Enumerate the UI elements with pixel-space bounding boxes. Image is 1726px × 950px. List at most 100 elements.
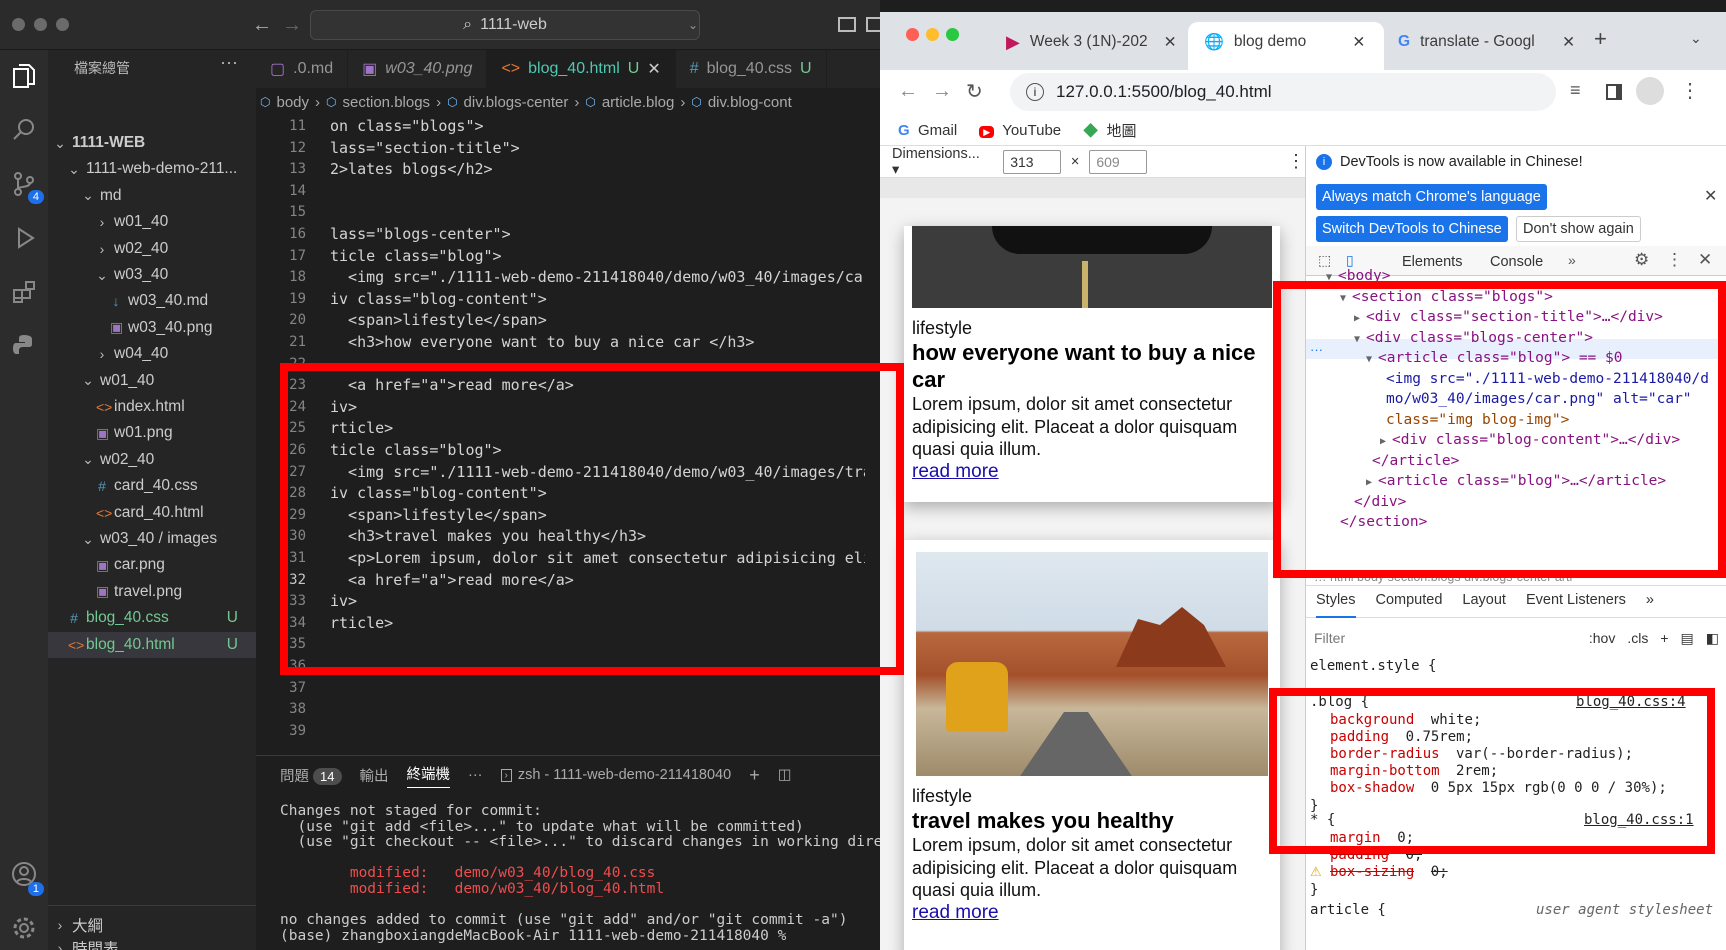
breadcrumb-item[interactable]: body [276,94,309,111]
tab-computed[interactable]: Computed [1376,592,1443,617]
command-center-search[interactable]: ⌕ 1111-web [310,10,700,40]
bookmark-youtube[interactable]: ▶ YouTube [979,122,1061,139]
reload-icon[interactable]: ↻ [966,79,983,104]
explorer-item[interactable]: <> card_40.html [48,500,256,526]
breadcrumb-item[interactable]: div.blogs-center [464,94,569,111]
dimensions-dropdown[interactable]: Dimensions... ▾ [892,146,983,178]
explorer-item[interactable]: ▣ w01.png [48,420,256,446]
search-icon[interactable] [6,112,42,148]
editor-tab[interactable]: ▣ w03_40.png [348,50,488,88]
explorer-item[interactable]: # card_40.css [48,473,256,499]
viewport-height-input[interactable]: 609 [1089,149,1148,174]
bookmark-gmail[interactable]: G Gmail [898,122,957,139]
chrome-menu-icon[interactable]: ⋮ [1680,78,1700,103]
run-debug-icon[interactable] [6,220,42,256]
toggle-sidebar-icon[interactable] [838,17,856,32]
close-icon[interactable]: ✕ [1164,33,1177,52]
explorer-item[interactable]: › w02_40 [48,236,256,262]
window-zoom-button[interactable] [56,18,69,31]
side-panel-icon[interactable] [1606,84,1622,100]
explorer-item[interactable]: ⌄ w01_40 [48,368,256,394]
chrome-tab-week3[interactable]: ▶ Week 3 (1N)-202 ✕ [1006,26,1177,58]
new-tab-button[interactable]: + [1594,26,1607,52]
device-more-icon[interactable]: ⋮ [1287,151,1305,172]
split-terminal-icon[interactable]: ◫ [778,767,792,783]
bookmark-maps[interactable]: ◆ 地圖 [1083,120,1136,141]
info-icon[interactable]: i [1026,83,1044,101]
computed-sidebar-icon[interactable]: ▤ [1681,630,1694,647]
hov-toggle[interactable]: :hov [1589,630,1615,646]
explorer-item[interactable]: ⌄ w02_40 [48,447,256,473]
explorer-item[interactable]: ▣ w03_40.png [48,315,256,341]
source-control-icon[interactable]: 4 [6,166,44,204]
breadcrumb-item[interactable]: article.blog [602,94,675,111]
explorer-item[interactable]: # blog_40.css U [48,605,256,631]
breadcrumb-item[interactable]: section.blogs [343,94,431,111]
profile-avatar[interactable] [1636,77,1664,105]
media-icon[interactable]: ≡ [1570,80,1581,101]
forward-arrow-icon[interactable]: → [932,80,952,103]
chrome-minimize-button[interactable] [926,28,939,41]
read-more-link[interactable]: read more [912,461,999,482]
explorer-item[interactable]: ⌄ w03_40 [48,262,256,288]
tab-event-listeners[interactable]: Event Listeners [1526,592,1626,617]
python-icon[interactable] [6,328,42,364]
outline-section[interactable]: › 大綱 [54,912,103,938]
explorer-icon[interactable] [6,58,42,94]
chrome-tab-blog-demo[interactable]: 🌐 blog demo ✕ [1204,26,1365,58]
explorer-item[interactable]: ▣ car.png [48,552,256,578]
explorer-item[interactable]: ⌄ 1111-WEB [48,130,256,156]
back-arrow-icon[interactable]: ← [898,80,918,103]
close-icon[interactable]: ✕ [1704,186,1717,206]
chevron-down-icon[interactable]: ⌄ [688,18,698,32]
tab-search-icon[interactable]: ⌄ [1690,30,1702,47]
window-close-button[interactable] [12,18,25,31]
explorer-item[interactable]: ⌄ md [48,183,256,209]
more-tabs-icon[interactable]: » [1646,592,1654,617]
tab-layout[interactable]: Layout [1462,592,1506,617]
explorer-item[interactable]: ⌄ 1111-web-demo-211... [48,156,256,182]
toggle-sidebar-icon[interactable]: ◧ [1706,630,1719,647]
extensions-icon[interactable] [6,274,42,310]
terminal-selector[interactable]: › zsh - 1111-web-demo-211418040 [500,767,731,783]
explorer-item[interactable]: <> blog_40.html U [48,631,256,658]
always-match-language-button[interactable]: Always match Chrome's language [1316,184,1547,210]
more-actions-icon[interactable]: ··· [220,52,238,73]
cls-toggle[interactable]: .cls [1627,630,1648,646]
tab-problems[interactable]: 問題 14 [280,765,342,786]
new-terminal-icon[interactable]: + [749,765,760,786]
close-icon[interactable]: ✕ [1562,33,1575,52]
dont-show-again-button[interactable]: Don't show again [1516,216,1641,242]
timeline-section[interactable]: › 時間表 [54,938,119,950]
accounts-icon[interactable]: 1 [6,856,44,896]
explorer-item[interactable]: ↓ w03_40.md [48,288,256,314]
forward-arrow-icon[interactable]: → [282,14,302,37]
toggle-panel-icon[interactable] [866,17,880,32]
explorer-item[interactable]: ⌄ w03_40 / images [48,526,256,552]
viewport-width-input[interactable]: 313 [1003,149,1061,174]
window-minimize-button[interactable] [34,18,47,31]
breadcrumb-item[interactable]: div.blog-cont [708,94,792,111]
read-more-link[interactable]: read more [912,902,999,923]
back-arrow-icon[interactable]: ← [252,14,272,37]
address-bar[interactable]: i 127.0.0.1:5500/blog_40.html [1010,73,1556,111]
styles-filter-input[interactable]: Filter [1314,630,1589,646]
chrome-tab-translate[interactable]: G translate - Googl ✕ [1398,26,1575,58]
chrome-close-button[interactable] [906,28,919,41]
explorer-item[interactable]: <> index.html [48,394,256,420]
add-rule-icon[interactable]: + [1660,630,1668,646]
switch-to-chinese-button[interactable]: Switch DevTools to Chinese [1316,216,1508,242]
close-icon[interactable]: ✕ [1352,33,1365,52]
panel-more-icon[interactable]: ··· [468,767,483,783]
explorer-item[interactable]: › w04_40 [48,341,256,367]
close-icon[interactable]: ✕ [647,59,660,79]
editor-tab[interactable]: ▢ .0.md [256,50,349,88]
tab-terminal[interactable]: 終端機 [406,763,450,788]
explorer-item[interactable]: ▣ travel.png [48,579,256,605]
editor-tab[interactable]: <> blog_40.html U ✕ [487,50,676,88]
tab-output[interactable]: 輸出 [360,765,389,786]
chrome-zoom-button[interactable] [946,28,959,41]
tab-styles[interactable]: Styles [1316,592,1356,618]
editor-tab[interactable]: # blog_40.css U [676,50,827,88]
gear-icon[interactable] [6,910,42,946]
